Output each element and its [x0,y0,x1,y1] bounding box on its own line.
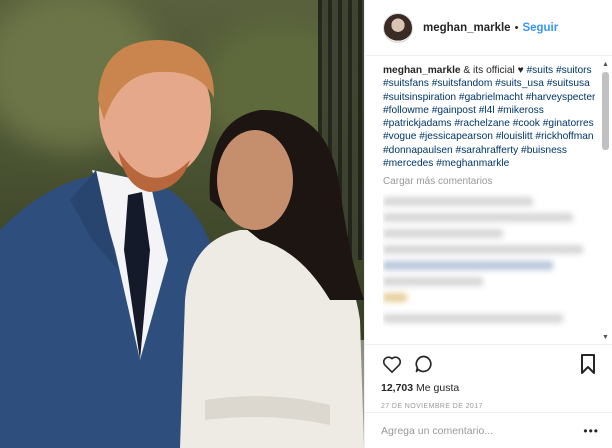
scroll-up-arrow-icon[interactable]: ▲ [601,60,610,69]
hashtag-link[interactable]: #suits [527,65,554,76]
blurred-comment-line [383,277,483,287]
hashtag-link[interactable]: #vogue [383,131,416,142]
hashtag-link[interactable]: #suitsusa [547,78,590,89]
hashtag-link[interactable]: #rickhoffman [535,131,593,142]
likes-count[interactable]: 12,703 Me gusta [381,382,599,394]
hashtag-link[interactable]: #buisness [521,145,567,156]
more-options-icon[interactable]: ••• [583,424,599,438]
hashtag-link[interactable]: #cook [513,118,540,129]
hashtag-link[interactable]: #gabrielmacht [459,92,523,103]
hashtag-link[interactable]: #suitsfandom [432,78,493,89]
follow-button[interactable]: Seguir [522,22,558,34]
caption-username[interactable]: meghan_markle [383,65,461,76]
couple-illustration [0,40,364,448]
likes-label: Me gusta [416,382,460,394]
scroll-thumb[interactable] [602,72,609,150]
comments-area: meghan_markle & its official ♥ #suits #s… [383,64,599,342]
hashtag-link[interactable]: #l4l [479,105,495,116]
blurred-comment-line [383,197,533,207]
blurred-comment-line [383,261,553,271]
post-header: meghan_markle • Seguir [365,0,612,56]
hashtag-link[interactable]: #ginatorres [543,118,594,129]
post-date: 27 de noviembre de 2017 [381,403,483,410]
blurred-comment-line [383,245,583,255]
blurred-comment-line [383,229,503,239]
load-more-comments[interactable]: Cargar más comentarios [383,176,599,187]
comment-icon[interactable] [413,353,435,375]
likes-number: 12,703 [381,382,414,394]
post-actions: 12,703 Me gusta 27 de noviembre de 2017 [365,344,612,410]
hashtag-link[interactable]: #patrickjadams [383,118,452,129]
hashtag-link[interactable]: #suitsfans [383,78,429,89]
comment-input[interactable] [381,424,571,437]
header-username[interactable]: meghan_markle [423,22,511,34]
post-photo[interactable] [0,0,364,448]
post-caption: meghan_markle & its official ♥ #suits #s… [383,64,599,170]
caption-text: & its official [463,65,515,76]
avatar[interactable] [383,12,413,43]
hashtag-link[interactable]: #mercedes [383,158,433,169]
hashtag-link[interactable]: #meghanmarkle [436,158,509,169]
caption-hashtags: #suits #suitors #suitsfans #suitsfandom … [383,65,595,169]
blurred-emoji [383,293,407,303]
blurred-comment-line [383,314,563,324]
bookmark-icon[interactable] [577,353,599,375]
hashtag-link[interactable]: #jessicapearson [419,131,493,142]
hashtag-link[interactable]: #suitsinspiration [383,92,456,103]
comments-scrollbar[interactable]: ▲ ▼ [601,60,610,342]
hashtag-link[interactable]: #harveyspecter [526,92,596,103]
hashtag-link[interactable]: #louislitt [496,131,533,142]
post-panel: meghan_markle • Seguir meghan_markle & i… [364,0,612,448]
add-comment-bar: ••• [365,412,612,448]
hashtag-link[interactable]: #donnapaulsen [383,145,453,156]
blurred-comment-line [383,213,573,223]
hashtag-link[interactable]: #sarahrafferty [456,145,519,156]
woman-face [217,130,293,230]
hashtag-link[interactable]: #followme [383,105,429,116]
heart-icon[interactable] [381,353,403,375]
blurred-comments [383,197,599,324]
hashtag-link[interactable]: #mikeross [497,105,543,116]
heart-emoji: ♥ [517,65,524,76]
scroll-down-arrow-icon[interactable]: ▼ [601,333,610,342]
hashtag-link[interactable]: #suits_usa [495,78,544,89]
hashtag-link[interactable]: #suitors [556,65,592,76]
action-icons [381,351,599,377]
header-separator: • [514,21,519,34]
hashtag-link[interactable]: #gainpost [432,105,476,116]
hashtag-link[interactable]: #rachelzane [454,118,510,129]
